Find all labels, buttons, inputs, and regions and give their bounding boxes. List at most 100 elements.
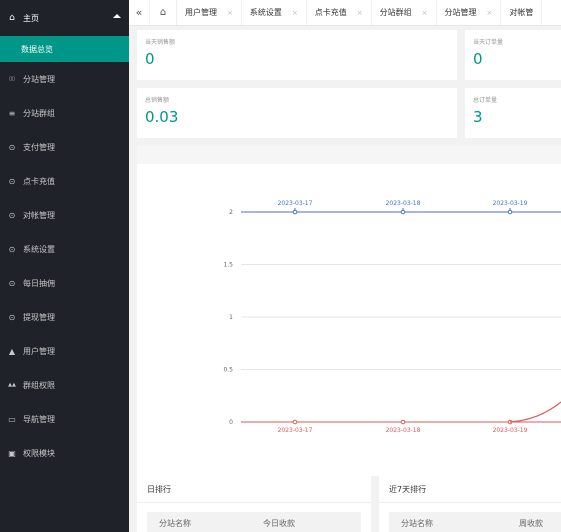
stat-card: 总销售额 0.03 xyxy=(137,88,457,138)
weekly-rank-title: 近7天排行 xyxy=(389,485,427,494)
column-header-site-name: 分站名称 xyxy=(159,518,191,528)
sliders-icon: ≡ xyxy=(8,108,16,118)
column-header-today-income: 今日收款 xyxy=(263,518,295,528)
tab-label: 分站管理 xyxy=(444,8,477,17)
sidebar-item-label: 提现管理 xyxy=(23,312,55,322)
sidebar-item[interactable]: ▲▲ 群组权限 xyxy=(0,368,129,402)
top-x-tick-label: 2023-03-17 xyxy=(278,200,313,207)
tab-bar: « ⌂ 用户管理 × 系统设置 × 点卡充值 × 分站群组 × 分站管理 × 对帐管 xyxy=(129,0,561,26)
main-content: 当天销售额 0 当天订单量 0 总销售额 0.03 总订单量 3 2 1.5 1 0.… xyxy=(129,26,561,532)
daily-rank-card: 日排行 分站名称 今日收款 xyxy=(137,476,371,532)
daily-rank-table-header: 分站名称 今日收款 xyxy=(147,512,361,532)
tab[interactable]: 分站群组 × xyxy=(372,0,437,25)
stat-value: 0 xyxy=(473,50,483,68)
bottom-x-tick-label: 2023-03-18 xyxy=(386,427,421,434)
close-tab-icon[interactable]: × xyxy=(357,9,363,17)
close-tab-icon[interactable]: × xyxy=(422,9,428,17)
stat-label: 当天销售额 xyxy=(145,39,176,46)
sidebar-item-label: 群组权限 xyxy=(23,380,55,390)
columns-icon: ▯▯ xyxy=(9,76,15,82)
module-icon: ▣ xyxy=(8,448,16,458)
weekly-rank-card: 近7天排行 分站名称 周收款 xyxy=(379,476,561,532)
sidebar-item-label: 分站管理 xyxy=(23,74,55,84)
stat-label: 当天订单量 xyxy=(473,39,504,46)
stat-label: 总订单量 xyxy=(473,97,498,104)
sidebar-item-label: 权限模块 xyxy=(23,448,55,458)
circle-check-icon: ⊙ xyxy=(8,176,16,186)
y-tick-label: 1.5 xyxy=(223,262,233,269)
close-tab-icon[interactable]: × xyxy=(487,9,493,17)
sidebar-item-label: 支付管理 xyxy=(23,142,55,152)
sidebar-item[interactable]: ⊙ 系统设置 xyxy=(0,232,129,266)
circle-check-icon: ⊙ xyxy=(8,278,16,288)
sidebar-item[interactable]: ▭ 导航管理 xyxy=(0,402,129,436)
tab[interactable]: 点卡充值 × xyxy=(307,0,372,25)
user-icon: ▲ xyxy=(8,346,16,356)
chart-card-header xyxy=(137,146,561,164)
weekly-rank-table-header: 分站名称 周收款 xyxy=(389,512,561,532)
top-x-tick-label: 2023-03-18 xyxy=(386,200,421,207)
top-x-tick-label: 2023-03-19 xyxy=(493,200,528,207)
sidebar-item[interactable]: ⊙ 每日抽佣 xyxy=(0,266,129,300)
sidebar-item[interactable]: ▲ 用户管理 xyxy=(0,334,129,368)
stat-card: 当天订单量 0 xyxy=(465,30,561,80)
sidebar-item[interactable]: ⊙ 点卡充值 xyxy=(0,164,129,198)
stat-card: 当天销售额 0 xyxy=(137,30,457,80)
sidebar-item[interactable]: ▯▯ 分站管理 xyxy=(0,62,129,96)
sidebar-item-home[interactable]: ⌂ 主页 xyxy=(0,0,129,36)
y-tick-label: 0 xyxy=(229,419,233,426)
bottom-x-tick-label: 2023-03-19 xyxy=(493,427,528,434)
close-tab-icon[interactable]: × xyxy=(292,9,298,17)
series-point xyxy=(400,209,406,215)
sidebar-item-label: 对帐管理 xyxy=(23,210,55,220)
tab-label: 用户管理 xyxy=(185,8,217,17)
column-header-week-income: 周收款 xyxy=(519,518,543,528)
tab-label: 分站群组 xyxy=(379,8,412,17)
sidebar-item-label: 导航管理 xyxy=(23,414,55,424)
sidebar-item-label: 点卡充值 xyxy=(23,176,55,186)
circle-check-icon: ⊙ xyxy=(8,210,16,220)
sidebar-item[interactable]: ⊙ 提现管理 xyxy=(0,300,129,334)
nav-icon: ▭ xyxy=(8,414,16,424)
divider xyxy=(379,502,561,503)
sidebar: ⌂ 主页 数据总览 ▯▯ 分站管理 ≡ 分站群组 ⊙ 支付管理 ⊙ 点卡充值 ⊙ 对帐管理 ⊙ 系统设… xyxy=(0,0,129,532)
sidebar-item[interactable]: ⊙ 支付管理 xyxy=(0,130,129,164)
sidebar-item[interactable]: ≡ 分站群组 xyxy=(0,96,129,130)
daily-rank-title: 日排行 xyxy=(147,485,171,494)
tab-label: 系统设置 xyxy=(249,8,282,17)
sidebar-item[interactable]: ⊙ 对帐管理 xyxy=(0,198,129,232)
collapse-sidebar-icon[interactable]: « xyxy=(129,6,149,19)
column-header-site-name: 分站名称 xyxy=(401,518,433,528)
series-point xyxy=(507,209,513,215)
y-tick-label: 0.5 xyxy=(223,367,233,374)
divider xyxy=(137,502,371,503)
sidebar-subitem-overview[interactable]: 数据总览 xyxy=(0,36,129,62)
close-tab-icon[interactable]: × xyxy=(227,9,233,17)
circle-check-icon: ⊙ xyxy=(8,142,16,152)
stat-value: 0 xyxy=(145,50,155,68)
sidebar-item[interactable]: ▣ 权限模块 xyxy=(0,436,129,470)
series-point xyxy=(400,419,406,425)
caret-up-icon xyxy=(113,14,121,18)
app-root: ⌂ 主页 数据总览 ▯▯ 分站管理 ≡ 分站群组 ⊙ 支付管理 ⊙ 点卡充值 ⊙ 对帐管理 ⊙ 系统设… xyxy=(0,0,561,532)
tab[interactable]: 分站管理 × xyxy=(437,0,502,25)
tab[interactable]: 对帐管 xyxy=(501,0,543,25)
sidebar-item-label: 每日抽佣 xyxy=(23,278,55,288)
sidebar-subitem-label: 数据总览 xyxy=(21,44,53,54)
y-tick-label: 2 xyxy=(229,209,233,216)
tab[interactable]: 用户管理 × xyxy=(177,0,242,25)
stat-value: 3 xyxy=(473,108,483,126)
tab-label: 对帐管 xyxy=(509,8,534,17)
series-line-tail xyxy=(509,401,561,423)
series-point xyxy=(292,209,298,215)
tab-label: 点卡充值 xyxy=(314,8,347,17)
sales-line-chart: 2 1.5 1 0.5 0 2023-03-17 2023-03-18 2023-03-19 2… xyxy=(223,200,561,434)
sidebar-item-label: 用户管理 xyxy=(23,346,55,356)
home-tab-icon[interactable]: ⌂ xyxy=(149,0,177,25)
circle-check-icon: ⊙ xyxy=(8,244,16,254)
home-icon: ⌂ xyxy=(9,13,15,23)
y-tick-label: 1 xyxy=(229,314,233,321)
sidebar-item-label: 系统设置 xyxy=(23,244,55,254)
tab[interactable]: 系统设置 × xyxy=(242,0,307,25)
series-point xyxy=(292,419,298,425)
